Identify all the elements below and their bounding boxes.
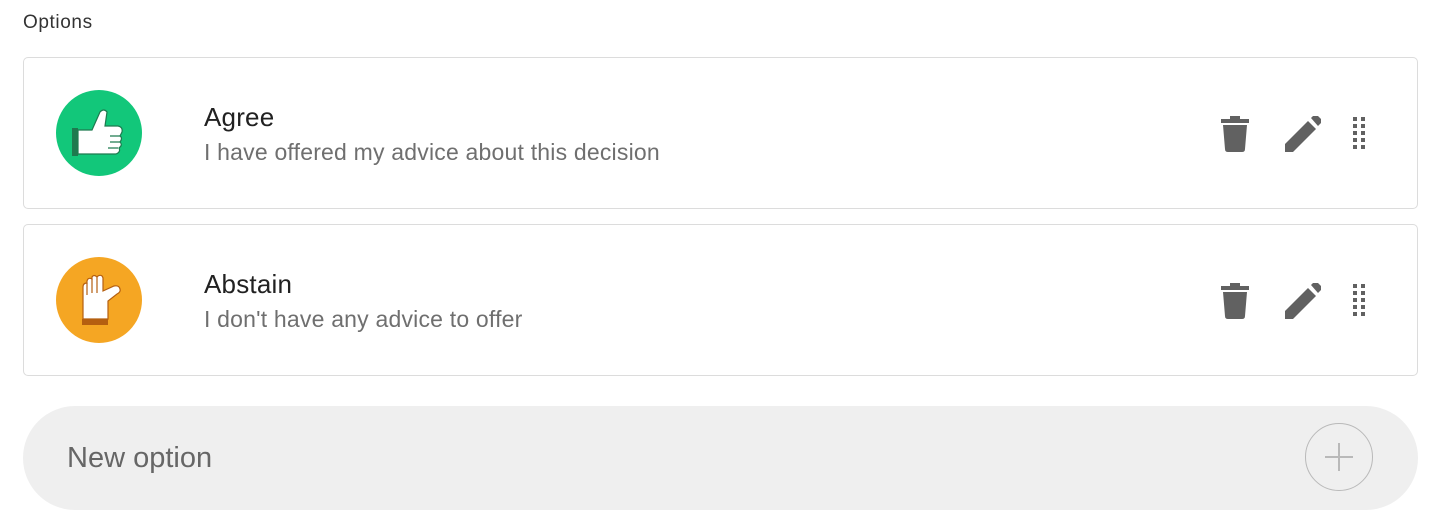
plus-icon xyxy=(1325,443,1353,471)
option-actions xyxy=(1215,114,1379,154)
new-option-input[interactable] xyxy=(67,406,1267,510)
new-option-bar xyxy=(23,406,1418,510)
thumb-sideways-icon xyxy=(56,257,142,343)
option-actions xyxy=(1215,281,1379,321)
drag-handle[interactable] xyxy=(1339,281,1379,321)
trash-icon xyxy=(1221,283,1249,319)
agree-avatar xyxy=(56,90,142,176)
drag-handle[interactable] xyxy=(1339,114,1379,154)
option-description: I don't have any advice to offer xyxy=(204,306,523,332)
section-label: Options xyxy=(23,12,93,33)
options-list: Agree I have offered my advice about thi… xyxy=(23,57,1418,391)
option-title: Agree xyxy=(204,102,275,132)
pencil-icon xyxy=(1285,283,1321,319)
edit-button[interactable] xyxy=(1283,281,1323,321)
option-card-abstain: Abstain I don't have any advice to offer xyxy=(23,224,1418,376)
thumbs-up-icon xyxy=(56,90,142,176)
option-title: Abstain xyxy=(204,269,293,299)
pencil-icon xyxy=(1285,116,1321,152)
option-description: I have offered my advice about this deci… xyxy=(204,139,660,165)
drag-handle-icon xyxy=(1353,284,1365,316)
delete-button[interactable] xyxy=(1215,281,1255,321)
delete-button[interactable] xyxy=(1215,114,1255,154)
add-option-button[interactable] xyxy=(1305,423,1373,491)
edit-button[interactable] xyxy=(1283,114,1323,154)
trash-icon xyxy=(1221,116,1249,152)
drag-handle-icon xyxy=(1353,117,1365,149)
abstain-avatar xyxy=(56,257,142,343)
option-card-agree: Agree I have offered my advice about thi… xyxy=(23,57,1418,209)
